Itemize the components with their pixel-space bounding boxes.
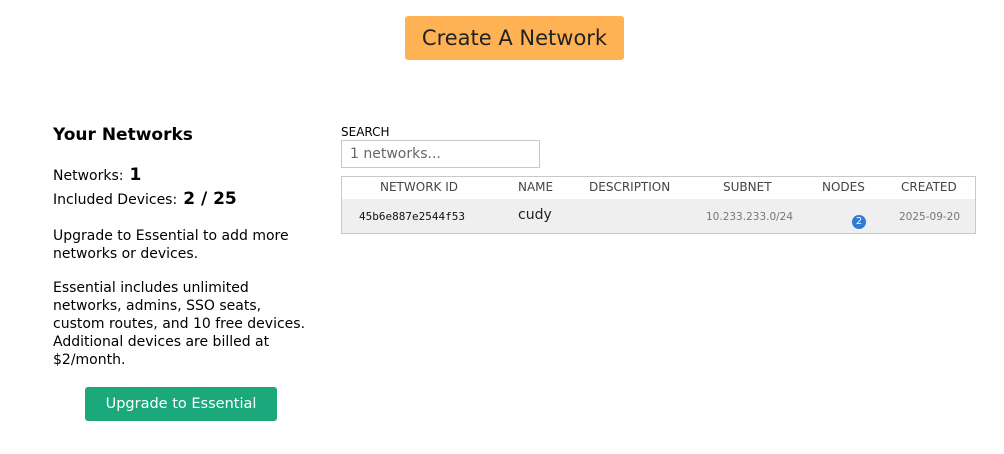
column-header-subnet[interactable]: SUBNET: [723, 180, 772, 194]
network-name-cell: cudy: [518, 207, 552, 223]
search-label: SEARCH: [341, 125, 390, 139]
table-row[interactable]: 45b6e887e2544f53 cudy 10.233.233.0/24 2 …: [342, 199, 975, 233]
networks-count-label: Networks:: [53, 168, 124, 184]
networks-count: Networks: 1: [53, 166, 141, 185]
included-devices-label: Included Devices:: [53, 192, 178, 208]
network-created-cell: 2025-09-20: [899, 211, 961, 223]
included-devices: Included Devices: 2 / 25: [53, 190, 237, 209]
table-header: NETWORK ID NAME DESCRIPTION SUBNET NODES…: [342, 177, 975, 200]
networks-count-value: 1: [129, 165, 142, 185]
column-header-description[interactable]: DESCRIPTION: [589, 180, 670, 194]
network-id-cell[interactable]: 45b6e887e2544f53: [359, 210, 465, 223]
column-header-nodes[interactable]: NODES: [822, 180, 865, 194]
network-nodes-cell: 2: [852, 209, 866, 229]
network-subnet-cell: 10.233.233.0/24: [706, 211, 794, 223]
column-header-name[interactable]: NAME: [518, 180, 553, 194]
networks-summary-panel: Your Networks Networks: 1 Included Device…: [53, 124, 313, 368]
search-input[interactable]: [341, 140, 540, 168]
panel-title: Your Networks: [53, 125, 193, 145]
nodes-count-badge: 2: [852, 215, 866, 229]
networks-table: NETWORK ID NAME DESCRIPTION SUBNET NODES…: [341, 176, 976, 234]
included-devices-value: 2 / 25: [183, 189, 237, 209]
create-network-button[interactable]: Create A Network: [405, 16, 624, 60]
column-header-created[interactable]: CREATED: [901, 180, 957, 194]
essential-info-text: Essential includes unlimited networks, a…: [53, 280, 306, 368]
upgrade-to-essential-button[interactable]: Upgrade to Essential: [85, 387, 277, 421]
upgrade-info-text: Upgrade to Essential to add more network…: [53, 228, 289, 262]
column-header-network-id[interactable]: NETWORK ID: [380, 180, 458, 194]
